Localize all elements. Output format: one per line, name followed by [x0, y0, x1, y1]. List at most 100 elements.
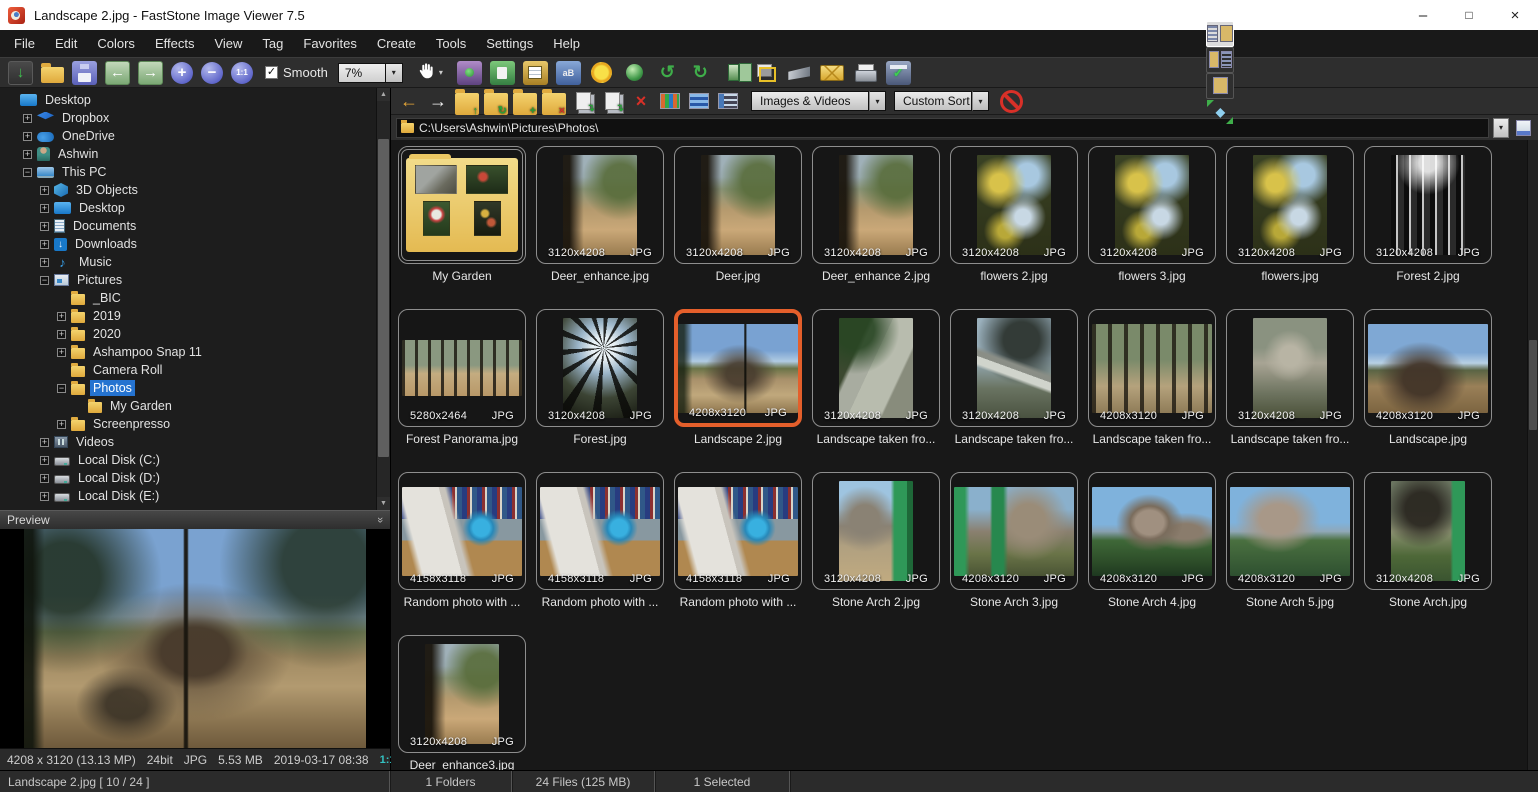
tree-item-local-disk-c[interactable]: +Local Disk (C:)	[2, 451, 390, 469]
view-thumbnails-icon[interactable]	[658, 90, 682, 112]
folder-up-icon[interactable]	[455, 93, 479, 115]
tree-item-downloads[interactable]: +Downloads	[2, 235, 390, 253]
tree-item-ashampoo-snap-11[interactable]: +Ashampoo Snap 11	[2, 343, 390, 361]
file-management-icon[interactable]: ✓	[886, 61, 911, 85]
file-thumbnail-deer-enhance-jpg[interactable]: 3120x4208 JPG Deer_enhance.jpg	[536, 146, 664, 283]
menu-edit[interactable]: Edit	[45, 32, 87, 55]
thumbnail-frame[interactable]: 3120x4208 JPG	[950, 309, 1078, 427]
tree-item-local-disk-d[interactable]: +Local Disk (D:)	[2, 469, 390, 487]
expand-icon[interactable]: +	[23, 114, 32, 123]
scroll-up-icon[interactable]: ▲	[377, 88, 390, 101]
folder-thumbnail-my-garden[interactable]: My Garden	[398, 146, 526, 283]
menu-colors[interactable]: Colors	[87, 32, 145, 55]
email-icon[interactable]	[820, 61, 845, 85]
tree-item-pictures[interactable]: −Pictures	[2, 271, 390, 289]
file-thumbnail-flowers-3-jpg[interactable]: 3120x4208 JPG flowers 3.jpg	[1088, 146, 1216, 283]
thumbnail-frame[interactable]: 5280x2464 JPG	[398, 309, 526, 427]
thumbnail-frame[interactable]: 3120x4208 JPG	[1226, 146, 1354, 264]
menu-tools[interactable]: Tools	[426, 32, 476, 55]
menu-tag[interactable]: Tag	[252, 32, 293, 55]
screen-capture-icon[interactable]	[490, 61, 515, 85]
menu-file[interactable]: File	[4, 32, 45, 55]
move-file-icon[interactable]	[600, 90, 624, 112]
file-thumbnail-landscape-2-jpg[interactable]: 4208x3120 JPG Landscape 2.jpg	[674, 309, 802, 446]
thumbnail-frame[interactable]: 4208x3120 JPG	[1364, 309, 1492, 427]
folder-refresh-icon[interactable]	[484, 93, 508, 115]
expand-icon[interactable]: +	[57, 330, 66, 339]
menu-settings[interactable]: Settings	[476, 32, 543, 55]
browse-folder-button[interactable]	[1513, 118, 1533, 138]
tree-item-my-garden[interactable]: My Garden	[2, 397, 390, 415]
file-thumbnail-random-photo-with[interactable]: 4158x3118 JPG Random photo with ...	[536, 472, 664, 609]
hand-dropdown-arrow-icon[interactable]: ▾	[439, 68, 443, 77]
filter-select[interactable]: Images & Videos	[751, 91, 869, 111]
address-dropdown-icon[interactable]: ▾	[1493, 118, 1509, 138]
thumbnail-strip-layout-icon[interactable]	[1206, 73, 1234, 99]
adjust-lighting-icon[interactable]	[589, 61, 614, 85]
expand-icon[interactable]: +	[57, 348, 66, 357]
menu-effects[interactable]: Effects	[145, 32, 205, 55]
collapse-icon[interactable]: −	[57, 384, 66, 393]
thumbnail-frame[interactable]: 3120x4208 JPG	[1088, 146, 1216, 264]
filter-dropdown-arrow-icon[interactable]: ▾	[869, 91, 886, 111]
grid-scrollbar[interactable]	[1527, 140, 1538, 770]
thumbnail-frame[interactable]: 3120x4208 JPG	[812, 472, 940, 590]
sort-select[interactable]: Custom Sort	[894, 91, 972, 111]
expand-icon[interactable]: +	[57, 420, 66, 429]
preview-pane[interactable]	[0, 529, 390, 748]
thumbnail-frame[interactable]: 3120x4208 JPG	[812, 309, 940, 427]
tree-item-ashwin[interactable]: +Ashwin	[2, 145, 390, 163]
compare-images-icon[interactable]	[721, 61, 746, 85]
print-icon[interactable]	[853, 61, 878, 85]
tree-item-2019[interactable]: +2019	[2, 307, 390, 325]
file-thumbnail-forest-panorama-jpg[interactable]: 5280x2464 JPG Forest Panorama.jpg	[398, 309, 526, 446]
thumbnail-frame[interactable]: 3120x4208 JPG	[812, 146, 940, 264]
expand-icon[interactable]: +	[40, 492, 49, 501]
expand-icon[interactable]: +	[40, 186, 49, 195]
expand-icon[interactable]: +	[40, 456, 49, 465]
viewer-layout-icon[interactable]	[1206, 47, 1234, 73]
tree-scrollbar[interactable]: ▲ ▼	[376, 88, 390, 510]
file-thumbnail-landscape-taken-fro[interactable]: 4208x3120 JPG Landscape taken fro...	[1088, 309, 1216, 446]
expand-icon[interactable]: +	[40, 204, 49, 213]
thumbnail-frame[interactable]: 3120x4208 JPG	[1226, 309, 1354, 427]
tree-item-local-disk-e[interactable]: +Local Disk (E:)	[2, 487, 390, 505]
sort-dropdown-arrow-icon[interactable]: ▾	[972, 91, 989, 111]
external-programs-icon[interactable]	[754, 61, 779, 85]
thumbnail-frame[interactable]: 3120x4208 JPG	[536, 146, 664, 264]
tree-item-videos[interactable]: +Videos	[2, 433, 390, 451]
file-thumbnail-random-photo-with[interactable]: 4158x3118 JPG Random photo with ...	[398, 472, 526, 609]
no-filter-icon[interactable]	[999, 90, 1023, 112]
address-box[interactable]	[396, 118, 1489, 138]
menu-help[interactable]: Help	[543, 32, 590, 55]
smooth-checkbox[interactable]: ✓ Smooth	[265, 65, 328, 80]
thumbnail-frame[interactable]: 4208x3120 JPG	[1226, 472, 1354, 590]
thumbnail-frame[interactable]: 4158x3118 JPG	[398, 472, 526, 590]
tree-item-desktop[interactable]: Desktop	[2, 91, 390, 109]
zoom-out-icon[interactable]: −	[201, 62, 223, 84]
save-as-icon[interactable]	[72, 61, 97, 85]
file-thumbnail-forest-2-jpg[interactable]: 3120x4208 JPG Forest 2.jpg	[1364, 146, 1492, 283]
scroll-down-icon[interactable]: ▼	[377, 497, 390, 510]
file-thumbnail-landscape-taken-fro[interactable]: 3120x4208 JPG Landscape taken fro...	[950, 309, 1078, 446]
slideshow-icon[interactable]	[457, 61, 482, 85]
file-thumbnail-stone-arch-3-jpg[interactable]: 4208x3120 JPG Stone Arch 3.jpg	[950, 472, 1078, 609]
effects-icon[interactable]	[622, 61, 647, 85]
delete-icon[interactable]: ×	[629, 90, 653, 112]
file-thumbnail-flowers-jpg[interactable]: 3120x4208 JPG flowers.jpg	[1226, 146, 1354, 283]
menu-favorites[interactable]: Favorites	[293, 32, 366, 55]
tree-item-onedrive[interactable]: +OneDrive	[2, 127, 390, 145]
hand-tool-button[interactable]: ▾	[417, 61, 443, 85]
acquire-photos-icon[interactable]: ↓	[8, 61, 33, 85]
view-detail-icon[interactable]	[716, 90, 740, 112]
tree-item-dropbox[interactable]: +Dropbox	[2, 109, 390, 127]
tree-scrollbar-thumb[interactable]	[378, 139, 389, 457]
tree-item-this-pc[interactable]: −This PC	[2, 163, 390, 181]
thumbnail-frame[interactable]: 4208x3120 JPG	[950, 472, 1078, 590]
back-icon[interactable]: ←	[397, 90, 421, 112]
tree-item-documents[interactable]: +Documents	[2, 217, 390, 235]
rotate-left-icon[interactable]: ↺	[655, 61, 680, 85]
expand-icon[interactable]: +	[23, 132, 32, 141]
expand-icon[interactable]: +	[40, 222, 49, 231]
file-thumbnail-forest-jpg[interactable]: 3120x4208 JPG Forest.jpg	[536, 309, 664, 446]
